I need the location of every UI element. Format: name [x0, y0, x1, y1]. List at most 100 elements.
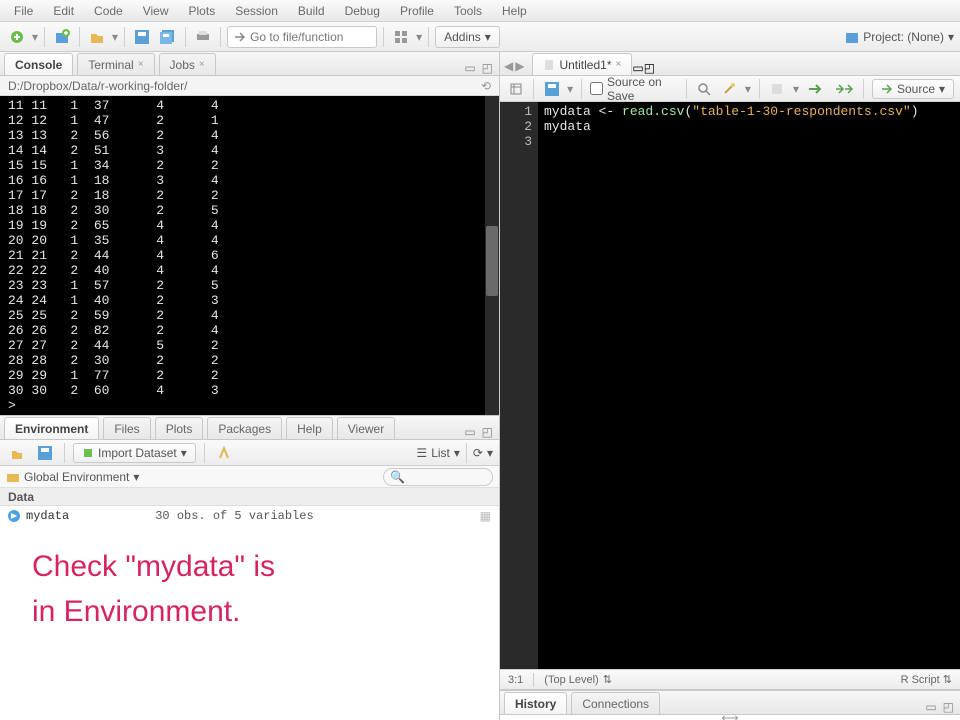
chevron-down-icon: ▾	[567, 82, 573, 96]
maximize-icon[interactable]: ◰	[644, 61, 655, 75]
forward-icon[interactable]: ▶	[515, 59, 524, 73]
source-tab[interactable]: Untitled1* ×	[532, 53, 632, 75]
dropdown-icon[interactable]: ▾	[32, 30, 38, 44]
clear-console-icon[interactable]: ⟲	[481, 79, 491, 93]
scroll-thumb[interactable]	[486, 226, 498, 296]
back-icon[interactable]: ◀	[504, 59, 513, 73]
maximize-icon[interactable]: ◰	[943, 700, 954, 714]
tab-label: Console	[15, 58, 62, 72]
dropdown-icon[interactable]: ▾	[416, 30, 422, 44]
maximize-icon[interactable]: ◰	[482, 61, 493, 75]
save-source-button[interactable]	[542, 78, 561, 100]
table-icon[interactable]: ▦	[480, 509, 491, 524]
new-project-button[interactable]	[51, 26, 73, 48]
chevron-down-icon: ▾	[485, 30, 491, 44]
project-menu[interactable]: Project: (None) ▾	[845, 30, 954, 44]
import-dataset-button[interactable]: Import Dataset ▾	[73, 443, 196, 463]
tab-connections[interactable]: Connections	[571, 692, 660, 714]
menu-help[interactable]: Help	[492, 4, 537, 18]
dropdown-icon[interactable]: ▾	[112, 30, 118, 44]
source-toolbar: ▾ Source on Save ▾ ▾	[500, 76, 960, 102]
chevron-down-icon: ▾	[133, 470, 139, 484]
project-label: Project: (None)	[863, 30, 944, 44]
console-scrollbar[interactable]	[485, 96, 499, 415]
run-button[interactable]	[805, 78, 827, 100]
tab-help[interactable]: Help	[286, 417, 333, 439]
menu-debug[interactable]: Debug	[335, 4, 390, 18]
tab-packages[interactable]: Packages	[207, 417, 282, 439]
chevron-updown-icon: ⇅	[603, 673, 612, 686]
menu-plots[interactable]: Plots	[179, 4, 226, 18]
grid-button[interactable]	[390, 26, 412, 48]
minimize-icon[interactable]: ▭	[464, 61, 475, 75]
env-var-name: mydata	[26, 509, 69, 523]
env-scope-label[interactable]: Global Environment	[24, 470, 129, 484]
save-all-button[interactable]	[157, 26, 179, 48]
console-body[interactable]: 11 11 1 37 4 4 12 12 1 47 2 1 13 13 2 56…	[0, 96, 499, 415]
list-mode-button[interactable]: List	[431, 446, 450, 460]
source-on-save[interactable]: Source on Save	[590, 75, 678, 103]
tab-label: Jobs	[170, 58, 195, 72]
menu-profile[interactable]: Profile	[390, 4, 444, 18]
menu-file[interactable]: File	[4, 4, 43, 18]
minimize-icon[interactable]: ▭	[925, 700, 936, 714]
tab-environment[interactable]: Environment	[4, 417, 99, 439]
menu-code[interactable]: Code	[84, 4, 133, 18]
wand-button[interactable]	[720, 78, 739, 100]
popout-button[interactable]	[506, 78, 525, 100]
tab-label: Terminal	[88, 58, 133, 72]
cursor-pos: 3:1	[508, 674, 523, 686]
goto-file-input[interactable]: Go to file/function	[227, 26, 377, 48]
filetype-label[interactable]: R Script	[901, 674, 940, 686]
close-icon[interactable]: ×	[138, 59, 144, 70]
find-button[interactable]	[695, 78, 714, 100]
close-icon[interactable]: ×	[199, 59, 205, 70]
rerun-button[interactable]	[833, 78, 855, 100]
minimize-icon[interactable]: ▭	[464, 425, 475, 439]
print-button[interactable]	[192, 26, 214, 48]
tab-terminal[interactable]: Terminal ×	[77, 53, 154, 75]
new-file-button[interactable]	[6, 26, 28, 48]
tab-viewer[interactable]: Viewer	[337, 417, 395, 439]
addins-button[interactable]: Addins ▾	[435, 26, 500, 48]
project-icon	[845, 30, 859, 44]
tab-jobs[interactable]: Jobs ×	[159, 53, 216, 75]
menu-session[interactable]: Session	[225, 4, 288, 18]
source-pane: ◀ ▶ Untitled1* × ▭◰ ▾ Source on Save	[500, 52, 960, 690]
scope-label[interactable]: (Top Level)	[544, 674, 598, 686]
env-row-mydata[interactable]: ▶ mydata 30 obs. of 5 variables ▦	[0, 506, 499, 526]
source-button[interactable]: Source ▾	[872, 79, 954, 99]
menu-view[interactable]: View	[133, 4, 179, 18]
close-icon[interactable]: ×	[616, 59, 622, 70]
tab-console[interactable]: Console	[4, 53, 73, 75]
minimize-icon[interactable]: ▭	[632, 61, 643, 75]
history-pane: History Connections ▭ ◰ ⟷	[500, 690, 960, 720]
tab-plots[interactable]: Plots	[155, 417, 204, 439]
chevron-down-icon: ▾	[487, 446, 493, 460]
env-search[interactable]: 🔍	[383, 468, 493, 486]
load-workspace-button[interactable]	[6, 442, 28, 464]
tab-files[interactable]: Files	[103, 417, 150, 439]
refresh-icon[interactable]: ⟳	[473, 446, 483, 460]
save-workspace-button[interactable]	[34, 442, 56, 464]
source-editor[interactable]: 123 mydata <- read.csv("table-1-30-respo…	[500, 102, 960, 669]
open-file-button[interactable]	[86, 26, 108, 48]
source-on-save-checkbox[interactable]	[590, 82, 603, 95]
notebook-button[interactable]	[768, 78, 787, 100]
tab-history[interactable]: History	[504, 692, 567, 714]
menu-build[interactable]: Build	[288, 4, 335, 18]
maximize-icon[interactable]: ◰	[482, 425, 493, 439]
pane-resizer[interactable]: ⟷	[500, 715, 960, 720]
source-icon	[881, 83, 893, 95]
package-icon	[6, 471, 20, 483]
clear-objects-button[interactable]	[213, 442, 235, 464]
menubar: File Edit Code View Plots Session Build …	[0, 0, 960, 22]
code-area[interactable]: mydata <- read.csv("table-1-30-responden…	[538, 102, 960, 669]
import-icon	[82, 447, 94, 459]
menu-tools[interactable]: Tools	[444, 4, 492, 18]
console-pane: Console Terminal × Jobs × ▭ ◰ D:/Dropbox/Da…	[0, 52, 499, 416]
expand-icon[interactable]: ▶	[8, 510, 20, 522]
console-path-bar: D:/Dropbox/Data/r-working-folder/ ⟲	[0, 76, 499, 96]
save-button[interactable]	[131, 26, 153, 48]
menu-edit[interactable]: Edit	[43, 4, 84, 18]
